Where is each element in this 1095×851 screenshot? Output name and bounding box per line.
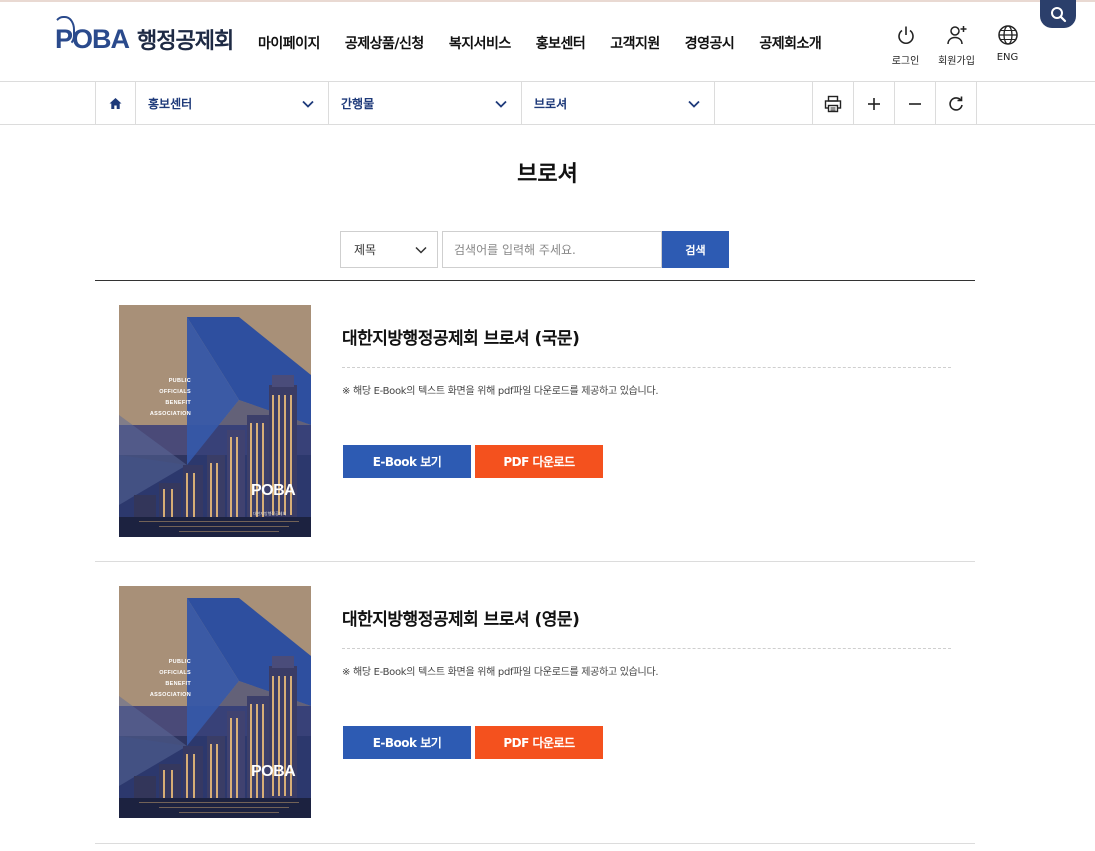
ebook-view-button[interactable]: E-Book 보기: [343, 726, 471, 759]
nav-item-welfare[interactable]: 복지서비스: [449, 33, 511, 53]
home-icon: [109, 98, 122, 109]
location-select-depth3[interactable]: 브로셔: [522, 82, 715, 125]
item-title: 대한지방행정공제회 브로셔 (국문): [342, 329, 580, 349]
chevron-down-icon: [495, 100, 507, 108]
item-divider: [342, 367, 951, 368]
join-link[interactable]: 회원가입: [931, 24, 982, 67]
reset-zoom-button[interactable]: [936, 82, 977, 125]
home-button[interactable]: [96, 82, 136, 125]
login-link[interactable]: 로그인: [880, 24, 931, 67]
brochure-cover-image[interactable]: PUBLIC OFFICIALS BENEFIT ASSOCIATION POBA: [119, 586, 311, 818]
cover-text: PUBLIC OFFICIALS BENEFIT ASSOCIATION: [149, 378, 191, 417]
item-note: ※ 해당 E-Book의 텍스트 화면을 위해 pdf파일 다운로드를 제공하고…: [342, 667, 659, 678]
location-depth1-label: 홍보센터: [148, 97, 193, 111]
zoom-out-button[interactable]: [895, 82, 936, 125]
language-label: ENG: [996, 52, 1019, 63]
location-bar: 홍보센터 간행물 브로셔: [0, 82, 1095, 125]
login-label: 로그인: [891, 56, 920, 67]
utility-menu: 로그인 회원가입 ENG: [880, 24, 1033, 67]
ebook-view-button[interactable]: E-Book 보기: [343, 445, 471, 478]
search-input[interactable]: [442, 231, 662, 268]
pdf-download-button[interactable]: PDF 다운로드: [475, 726, 603, 759]
pdf-download-button[interactable]: PDF 다운로드: [475, 445, 603, 478]
location-depth2-label: 간행물: [341, 97, 375, 111]
join-label: 회원가입: [938, 56, 975, 67]
zoom-in-icon: [868, 97, 880, 110]
location-spacer: [715, 82, 813, 125]
nav-item-support[interactable]: 고객지원: [610, 33, 660, 53]
language-link[interactable]: ENG: [982, 24, 1033, 67]
cover-logo: POBA: [251, 482, 296, 499]
cover-text: PUBLIC OFFICIALS BENEFIT ASSOCIATION: [149, 659, 191, 698]
logo-name: 행정공제회: [137, 29, 234, 54]
nav-item-about[interactable]: 공제회소개: [759, 33, 821, 53]
cover-artwork: [119, 305, 311, 537]
chevron-down-icon: [688, 100, 700, 108]
power-icon: [897, 26, 914, 44]
search-field-select[interactable]: 제목: [340, 231, 438, 268]
nav-item-disclosure[interactable]: 경영공시: [685, 33, 735, 53]
search-field-value: 제목: [354, 243, 377, 257]
list-item: PUBLIC OFFICIALS BENEFIT ASSOCIATION POBA 대…: [95, 281, 975, 562]
zoom-out-icon: [909, 102, 921, 105]
page-title: 브로셔: [517, 162, 578, 187]
item-divider: [342, 648, 951, 649]
print-button[interactable]: [813, 82, 854, 125]
nav-item-mypage[interactable]: 마이페이지: [258, 33, 320, 53]
print-icon: [824, 95, 842, 112]
item-title: 대한지방행정공제회 브로셔 (영문): [342, 610, 580, 630]
cover-logo-sub: 대한지방행정공제회: [253, 511, 287, 516]
site-logo[interactable]: POBA 행정공제회: [53, 15, 234, 60]
global-search-button[interactable]: [1040, 0, 1076, 28]
globe-icon: [997, 25, 1018, 45]
board-search: 제목 검색: [340, 231, 729, 268]
nav-item-pr-center[interactable]: 홍보센터: [536, 33, 586, 53]
nav-item-products[interactable]: 공제상품/신청: [345, 33, 424, 53]
logo-mark: POBA: [53, 15, 130, 55]
zoom-in-button[interactable]: [854, 82, 895, 125]
add-user-icon: [946, 26, 966, 45]
cover-artwork: [119, 586, 311, 818]
list-item: PUBLIC OFFICIALS BENEFIT ASSOCIATION POBA 대…: [95, 562, 975, 844]
refresh-icon: [949, 96, 963, 111]
site-header: POBA 행정공제회 마이페이지 공제상품/신청 복지서비스 홍보센터 고객지원…: [0, 2, 1095, 82]
main-nav: 마이페이지 공제상품/신청 복지서비스 홍보센터 고객지원 경영공시 공제회소개: [258, 33, 846, 53]
location-select-depth2[interactable]: 간행물: [329, 82, 522, 125]
chevron-down-icon: [415, 246, 427, 254]
location-select-depth1[interactable]: 홍보센터: [136, 82, 329, 125]
magnifier-icon: [1050, 6, 1066, 22]
item-note: ※ 해당 E-Book의 텍스트 화면을 위해 pdf파일 다운로드를 제공하고…: [342, 386, 659, 397]
location-depth3-label: 브로셔: [534, 97, 568, 111]
search-button[interactable]: 검색: [662, 231, 729, 268]
cover-logo: POBA: [251, 763, 296, 780]
brochure-cover-image[interactable]: PUBLIC OFFICIALS BENEFIT ASSOCIATION POBA 대…: [119, 305, 311, 537]
chevron-down-icon: [302, 100, 314, 108]
